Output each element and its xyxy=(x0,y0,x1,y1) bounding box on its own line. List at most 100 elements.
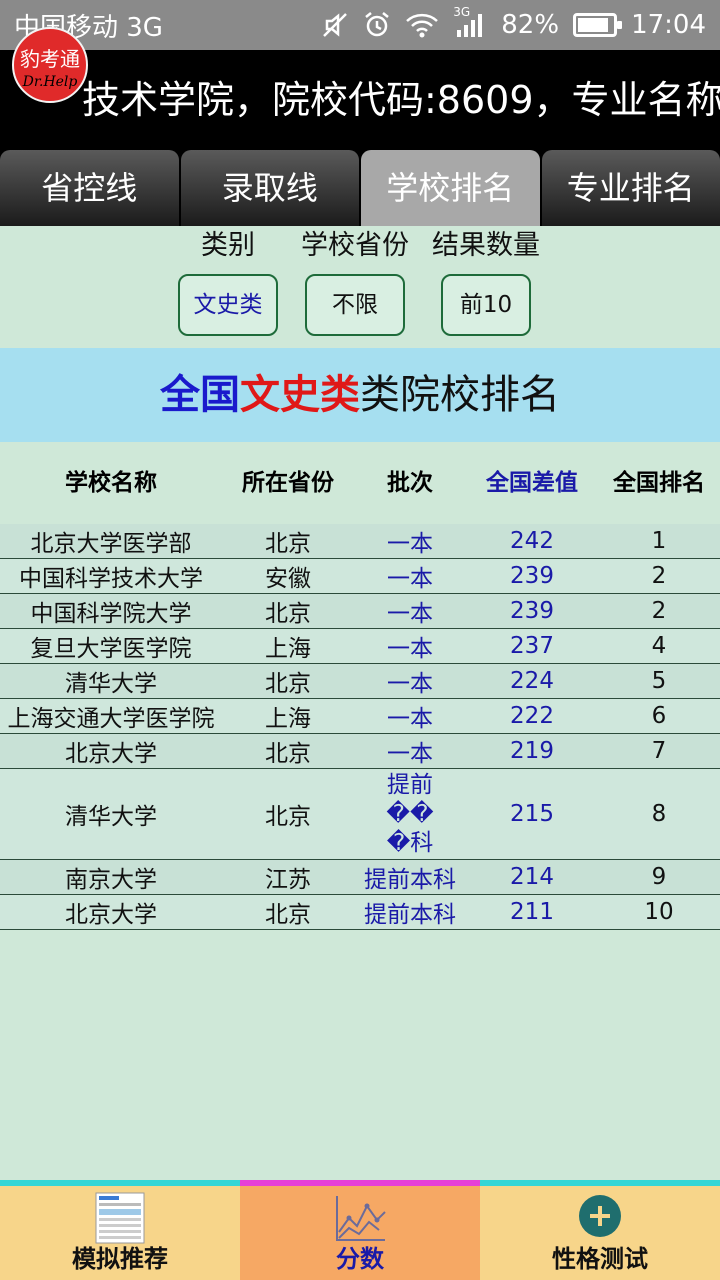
filter-count: 结果数量 前10 xyxy=(428,226,544,336)
cell-batch: 一本 xyxy=(387,601,433,627)
alarm-icon xyxy=(363,11,391,39)
count-select-button[interactable]: 前10 xyxy=(441,274,531,336)
cell-province: 北京 xyxy=(265,601,311,627)
ranking-title-category: 文史类 xyxy=(240,372,360,418)
table-row[interactable]: 上海交通大学医学院 上海 一本 222 6 xyxy=(0,699,720,734)
plus-circle-icon xyxy=(576,1192,624,1244)
table-row[interactable]: 南京大学 江苏 提前本科 214 9 xyxy=(0,860,720,895)
province-select-button[interactable]: 不限 xyxy=(305,274,405,336)
nav-simulated-recommendation[interactable]: 模拟推荐 xyxy=(0,1180,240,1280)
cell-province: 北京 xyxy=(265,741,311,767)
header-province: 所在省份 xyxy=(242,470,334,496)
tab-major-ranking[interactable]: 专业排名 xyxy=(541,150,720,226)
cell-national-rank: 9 xyxy=(651,864,667,890)
nav-label-score: 分数 xyxy=(336,1245,384,1273)
battery-percent: 82% xyxy=(501,10,560,40)
header-batch: 批次 xyxy=(387,470,433,496)
top-tabs: 省控线 录取线 学校排名 专业排名 xyxy=(0,150,720,226)
nav-label-recommendation: 模拟推荐 xyxy=(72,1245,168,1273)
table-row[interactable]: 中国科学院大学 北京 一本 239 2 xyxy=(0,594,720,629)
cell-national-diff: 222 xyxy=(510,703,554,729)
ranking-title: 全国文史类类院校排名 xyxy=(0,348,720,442)
cell-province: 江苏 xyxy=(265,867,311,893)
cell-national-rank: 2 xyxy=(651,563,667,589)
filter-category: 类别 文史类 xyxy=(178,226,278,336)
cell-national-rank: 8 xyxy=(651,801,667,827)
cell-school-name: 中国科学院大学 xyxy=(30,601,192,627)
cell-school-name: 北京大学医学部 xyxy=(30,531,192,557)
cell-batch: 一本 xyxy=(387,706,433,732)
header-school-name: 学校名称 xyxy=(65,470,157,496)
cell-batch: 提前���科 xyxy=(386,771,434,856)
cell-national-diff: 219 xyxy=(510,738,554,764)
cell-batch: 提前本科 xyxy=(364,902,456,928)
header-national-diff[interactable]: 全国差值 xyxy=(466,442,598,524)
cell-school-name: 清华大学 xyxy=(65,804,157,830)
table-row[interactable]: 复旦大学医学院 上海 一本 237 4 xyxy=(0,629,720,664)
table-row[interactable]: 北京大学 北京 一本 219 7 xyxy=(0,734,720,769)
cell-national-rank: 7 xyxy=(651,738,667,764)
clock: 17:04 xyxy=(631,10,706,40)
app-logo[interactable]: 豹考通 Dr.Help xyxy=(12,27,88,103)
logo-text: 豹考通 xyxy=(20,47,80,71)
cell-batch: 一本 xyxy=(387,671,433,697)
marquee-header: 技术学院，院校代码:8609，专业名称:计算机 xyxy=(0,50,720,150)
nav-personality-test[interactable]: 性格测试 xyxy=(480,1180,720,1280)
cell-national-rank: 5 xyxy=(651,668,667,694)
cell-school-name: 南京大学 xyxy=(65,867,157,893)
table-row[interactable]: 清华大学 北京 一本 224 5 xyxy=(0,664,720,699)
logo-subtext: Dr.Help xyxy=(22,74,78,90)
cell-province: 上海 xyxy=(265,706,311,732)
cell-school-name: 中国科学技术大学 xyxy=(19,566,203,592)
cell-school-name: 清华大学 xyxy=(65,671,157,697)
cell-batch: 一本 xyxy=(387,636,433,662)
bottom-nav: 模拟推荐 分数 性格测试 xyxy=(0,1180,720,1280)
cell-national-rank: 6 xyxy=(651,703,667,729)
cell-national-rank: 1 xyxy=(651,528,667,554)
filter-bar: 类别 文史类 学校省份 不限 结果数量 前10 xyxy=(0,226,720,348)
cell-batch: 一本 xyxy=(387,566,433,592)
cell-school-name: 复旦大学医学院 xyxy=(30,636,192,662)
cell-province: 上海 xyxy=(265,636,311,662)
table-row[interactable]: 清华大学 北京 提前���科 215 8 xyxy=(0,769,720,860)
cell-national-rank: 10 xyxy=(644,899,674,925)
wifi-icon xyxy=(405,12,439,38)
filter-province-label: 学校省份 xyxy=(301,230,409,261)
tab-school-ranking[interactable]: 学校排名 xyxy=(361,150,540,226)
cell-province: 安徽 xyxy=(265,566,311,592)
battery-icon xyxy=(573,13,623,37)
cell-national-diff: 239 xyxy=(510,598,554,624)
cell-national-diff: 214 xyxy=(510,864,554,890)
table-row[interactable]: 北京大学医学部 北京 一本 242 1 xyxy=(0,524,720,559)
cell-national-rank: 2 xyxy=(651,598,667,624)
signal-icon: 3G xyxy=(453,6,487,38)
filter-count-label: 结果数量 xyxy=(432,230,540,261)
cell-national-diff: 215 xyxy=(510,801,554,827)
cell-province: 北京 xyxy=(265,531,311,557)
nav-label-personality: 性格测试 xyxy=(552,1245,648,1273)
cell-national-diff: 239 xyxy=(510,563,554,589)
cell-province: 北京 xyxy=(265,902,311,928)
cell-school-name: 上海交通大学医学院 xyxy=(7,706,215,732)
header-national-rank: 全国排名 xyxy=(613,470,705,496)
cell-national-rank: 4 xyxy=(651,633,667,659)
tab-province-line[interactable]: 省控线 xyxy=(0,150,179,226)
ranking-title-scope: 全国 xyxy=(160,372,240,418)
filter-province: 学校省份 不限 xyxy=(298,226,412,336)
ranking-title-suffix: 类院校排名 xyxy=(360,372,560,418)
tab-admission-line[interactable]: 录取线 xyxy=(180,150,359,226)
nav-score[interactable]: 分数 xyxy=(240,1180,480,1280)
network-type-label: 3G xyxy=(453,5,471,19)
cell-batch: 提前本科 xyxy=(364,867,456,893)
cell-batch: 一本 xyxy=(387,531,433,557)
ranking-table-body: 北京大学医学部 北京 一本 242 1 中国科学技术大学 安徽 一本 239 2… xyxy=(0,524,720,930)
cell-national-diff: 224 xyxy=(510,668,554,694)
cell-province: 北京 xyxy=(265,804,311,830)
cell-school-name: 北京大学 xyxy=(65,741,157,767)
category-select-button[interactable]: 文史类 xyxy=(178,274,278,336)
cell-province: 北京 xyxy=(265,671,311,697)
table-row[interactable]: 北京大学 北京 提前本科 211 10 xyxy=(0,895,720,930)
cell-national-diff: 211 xyxy=(510,899,554,925)
table-row[interactable]: 中国科学技术大学 安徽 一本 239 2 xyxy=(0,559,720,594)
status-bar: 中国移动 3G 3G 82% 17:04 xyxy=(0,0,720,50)
